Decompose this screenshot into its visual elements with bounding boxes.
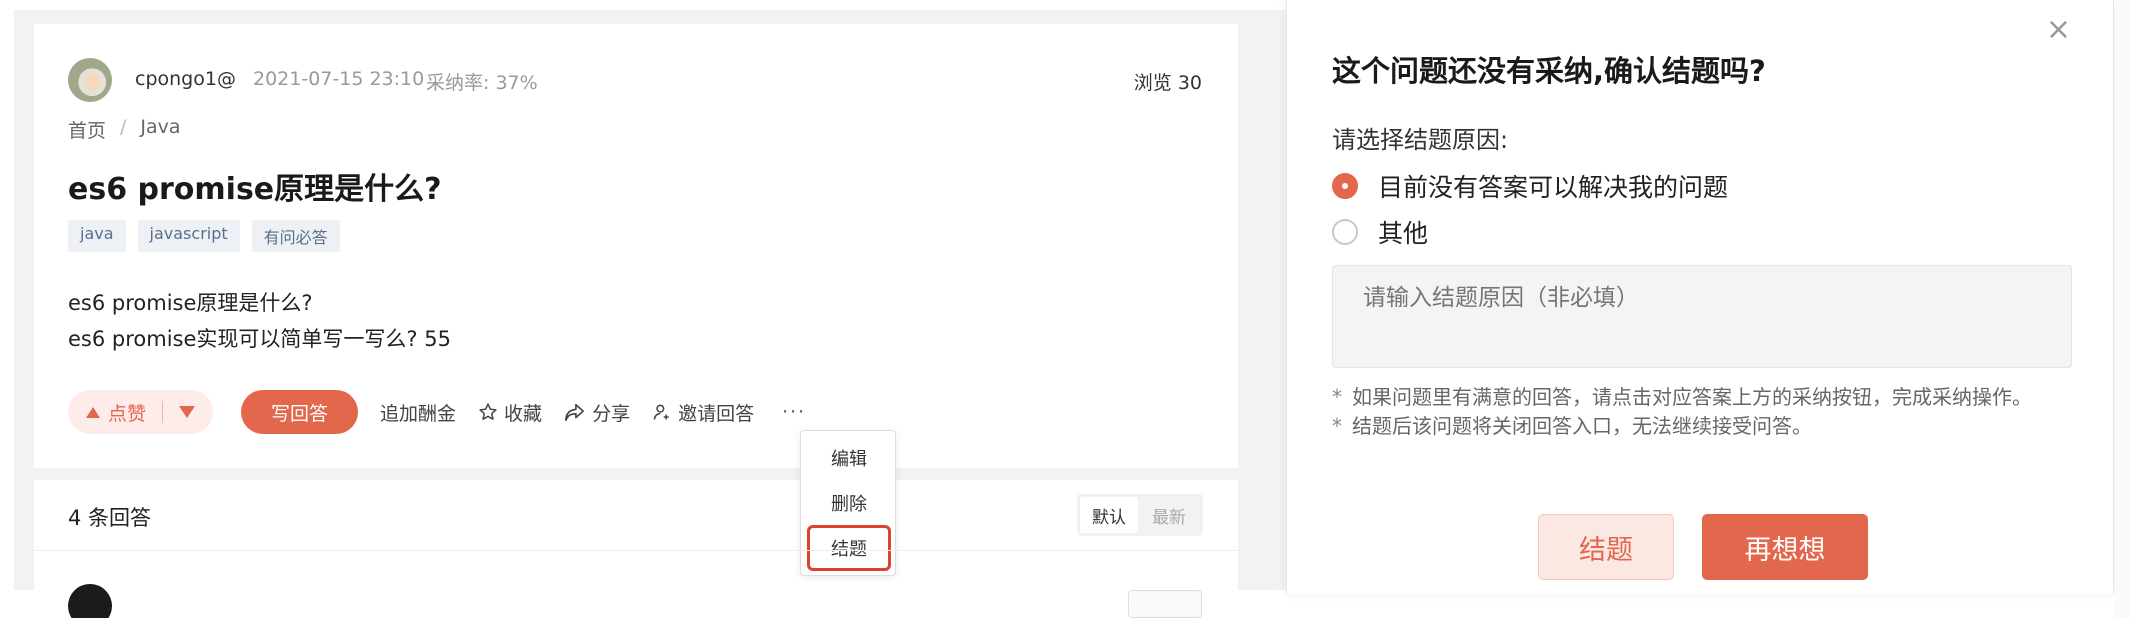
reason-option-no-answer[interactable]: 目前没有答案可以解决我的问题 (1332, 168, 1728, 204)
page-background (2115, 0, 2130, 618)
note-marker: * (1332, 414, 1342, 438)
like-button[interactable]: 点赞 (108, 399, 146, 426)
reason-option-label: 目前没有答案可以解决我的问题 (1378, 173, 1729, 202)
star-icon (479, 403, 497, 420)
close-icon[interactable]: × (2046, 12, 2071, 47)
sort-default-tab[interactable]: 默认 (1080, 497, 1138, 533)
dialog-buttons: 结题 再想想 (1538, 514, 1868, 580)
reason-input[interactable] (1332, 265, 2072, 368)
rethink-button[interactable]: 再想想 (1702, 514, 1868, 580)
share-icon (565, 403, 585, 421)
page-background (14, 468, 1290, 480)
action-bar: 点赞 写回答 追加酬金 收藏 分享 邀请回答 ··· (68, 389, 806, 435)
write-answer-button[interactable]: 写回答 (241, 390, 359, 434)
page-background (1238, 10, 1290, 590)
user-plus-icon (653, 404, 669, 420)
invite-label: 邀请回答 (678, 402, 755, 425)
question-body: es6 promise原理是什么? es6 promise实现可以简单写一写么?… (68, 285, 451, 357)
page-title: es6 promise原理是什么? (68, 172, 442, 207)
delete-menu-item[interactable]: 删除 (801, 490, 897, 516)
dialog-title: 这个问题还没有采纳,确认结题吗? (1332, 54, 1766, 88)
post-date: 2021-07-15 23:10 (253, 68, 425, 90)
more-dropdown: 编辑 删除 结题 (800, 430, 896, 576)
more-button[interactable]: ··· (782, 401, 806, 423)
share-button[interactable]: 分享 (564, 399, 630, 426)
add-bounty-label: 追加酬金 (380, 402, 457, 425)
vote-divider (162, 401, 164, 423)
answer-action-button[interactable] (1128, 590, 1202, 618)
view-count: 浏览 30 (1133, 72, 1202, 94)
note-marker: * (1332, 385, 1342, 409)
note-text: 如果问题里有满意的回答，请点击对应答案上方的采纳按钮，完成采纳操作。 (1352, 385, 2032, 409)
answers-count: 4 条回答 (68, 506, 152, 530)
radio-checked-icon[interactable] (1332, 173, 1358, 199)
author-name[interactable]: cpongo1@ (135, 68, 236, 90)
answers-card (34, 480, 1238, 590)
close-question-dialog: × 这个问题还没有采纳,确认结题吗? 请选择结题原因: 目前没有答案可以解决我的… (1286, 0, 2114, 594)
reason-option-other[interactable]: 其他 (1332, 214, 1428, 250)
question-body-line: es6 promise原理是什么? (68, 291, 313, 315)
divider (34, 550, 1238, 551)
tag-java[interactable]: java (68, 220, 126, 252)
note-item: * 结题后该问题将关闭回答入口，无法继续接受问答。 (1332, 412, 2077, 441)
share-label: 分享 (592, 402, 631, 425)
add-bounty-button[interactable]: 追加酬金 (380, 399, 456, 426)
reason-option-label: 其他 (1378, 219, 1429, 248)
upvote-icon[interactable] (86, 406, 100, 418)
confirm-close-button[interactable]: 结题 (1538, 514, 1674, 580)
page-background (14, 10, 34, 590)
vote-group: 点赞 (68, 390, 214, 434)
collect-label: 收藏 (504, 402, 543, 425)
reason-label: 请选择结题原因: (1332, 126, 1509, 154)
breadcrumb-java[interactable]: Java (140, 116, 180, 143)
notes: * 如果问题里有满意的回答，请点击对应答案上方的采纳按钮，完成采纳操作。 * 结… (1332, 383, 2077, 441)
invite-answer-button[interactable]: 邀请回答 (652, 399, 754, 426)
note-item: * 如果问题里有满意的回答，请点击对应答案上方的采纳按钮，完成采纳操作。 (1332, 383, 2077, 412)
page-background (14, 10, 1289, 24)
tag-youwenbida[interactable]: 有问必答 (251, 220, 340, 252)
tag-list: java javascript 有问必答 (68, 220, 340, 252)
tag-javascript[interactable]: javascript (137, 220, 240, 252)
collect-button[interactable]: 收藏 (478, 399, 542, 426)
accept-rate: 采纳率: 37% (426, 72, 538, 94)
question-body-line: es6 promise实现可以简单写一写么? 55 (68, 327, 451, 351)
downvote-icon[interactable] (179, 406, 196, 418)
note-text: 结题后该问题将关闭回答入口，无法继续接受问答。 (1352, 414, 1812, 438)
radio-unchecked-icon[interactable] (1332, 219, 1358, 245)
breadcrumb: 首页 / Java (68, 116, 181, 143)
avatar[interactable] (68, 58, 112, 102)
edit-menu-item[interactable]: 编辑 (801, 445, 897, 471)
breadcrumb-separator: / (120, 116, 127, 138)
highlight-box (807, 525, 891, 571)
sort-toggle: 默认 最新 (1077, 494, 1203, 536)
sort-latest-tab[interactable]: 最新 (1138, 503, 1200, 528)
breadcrumb-home[interactable]: 首页 (68, 116, 106, 143)
